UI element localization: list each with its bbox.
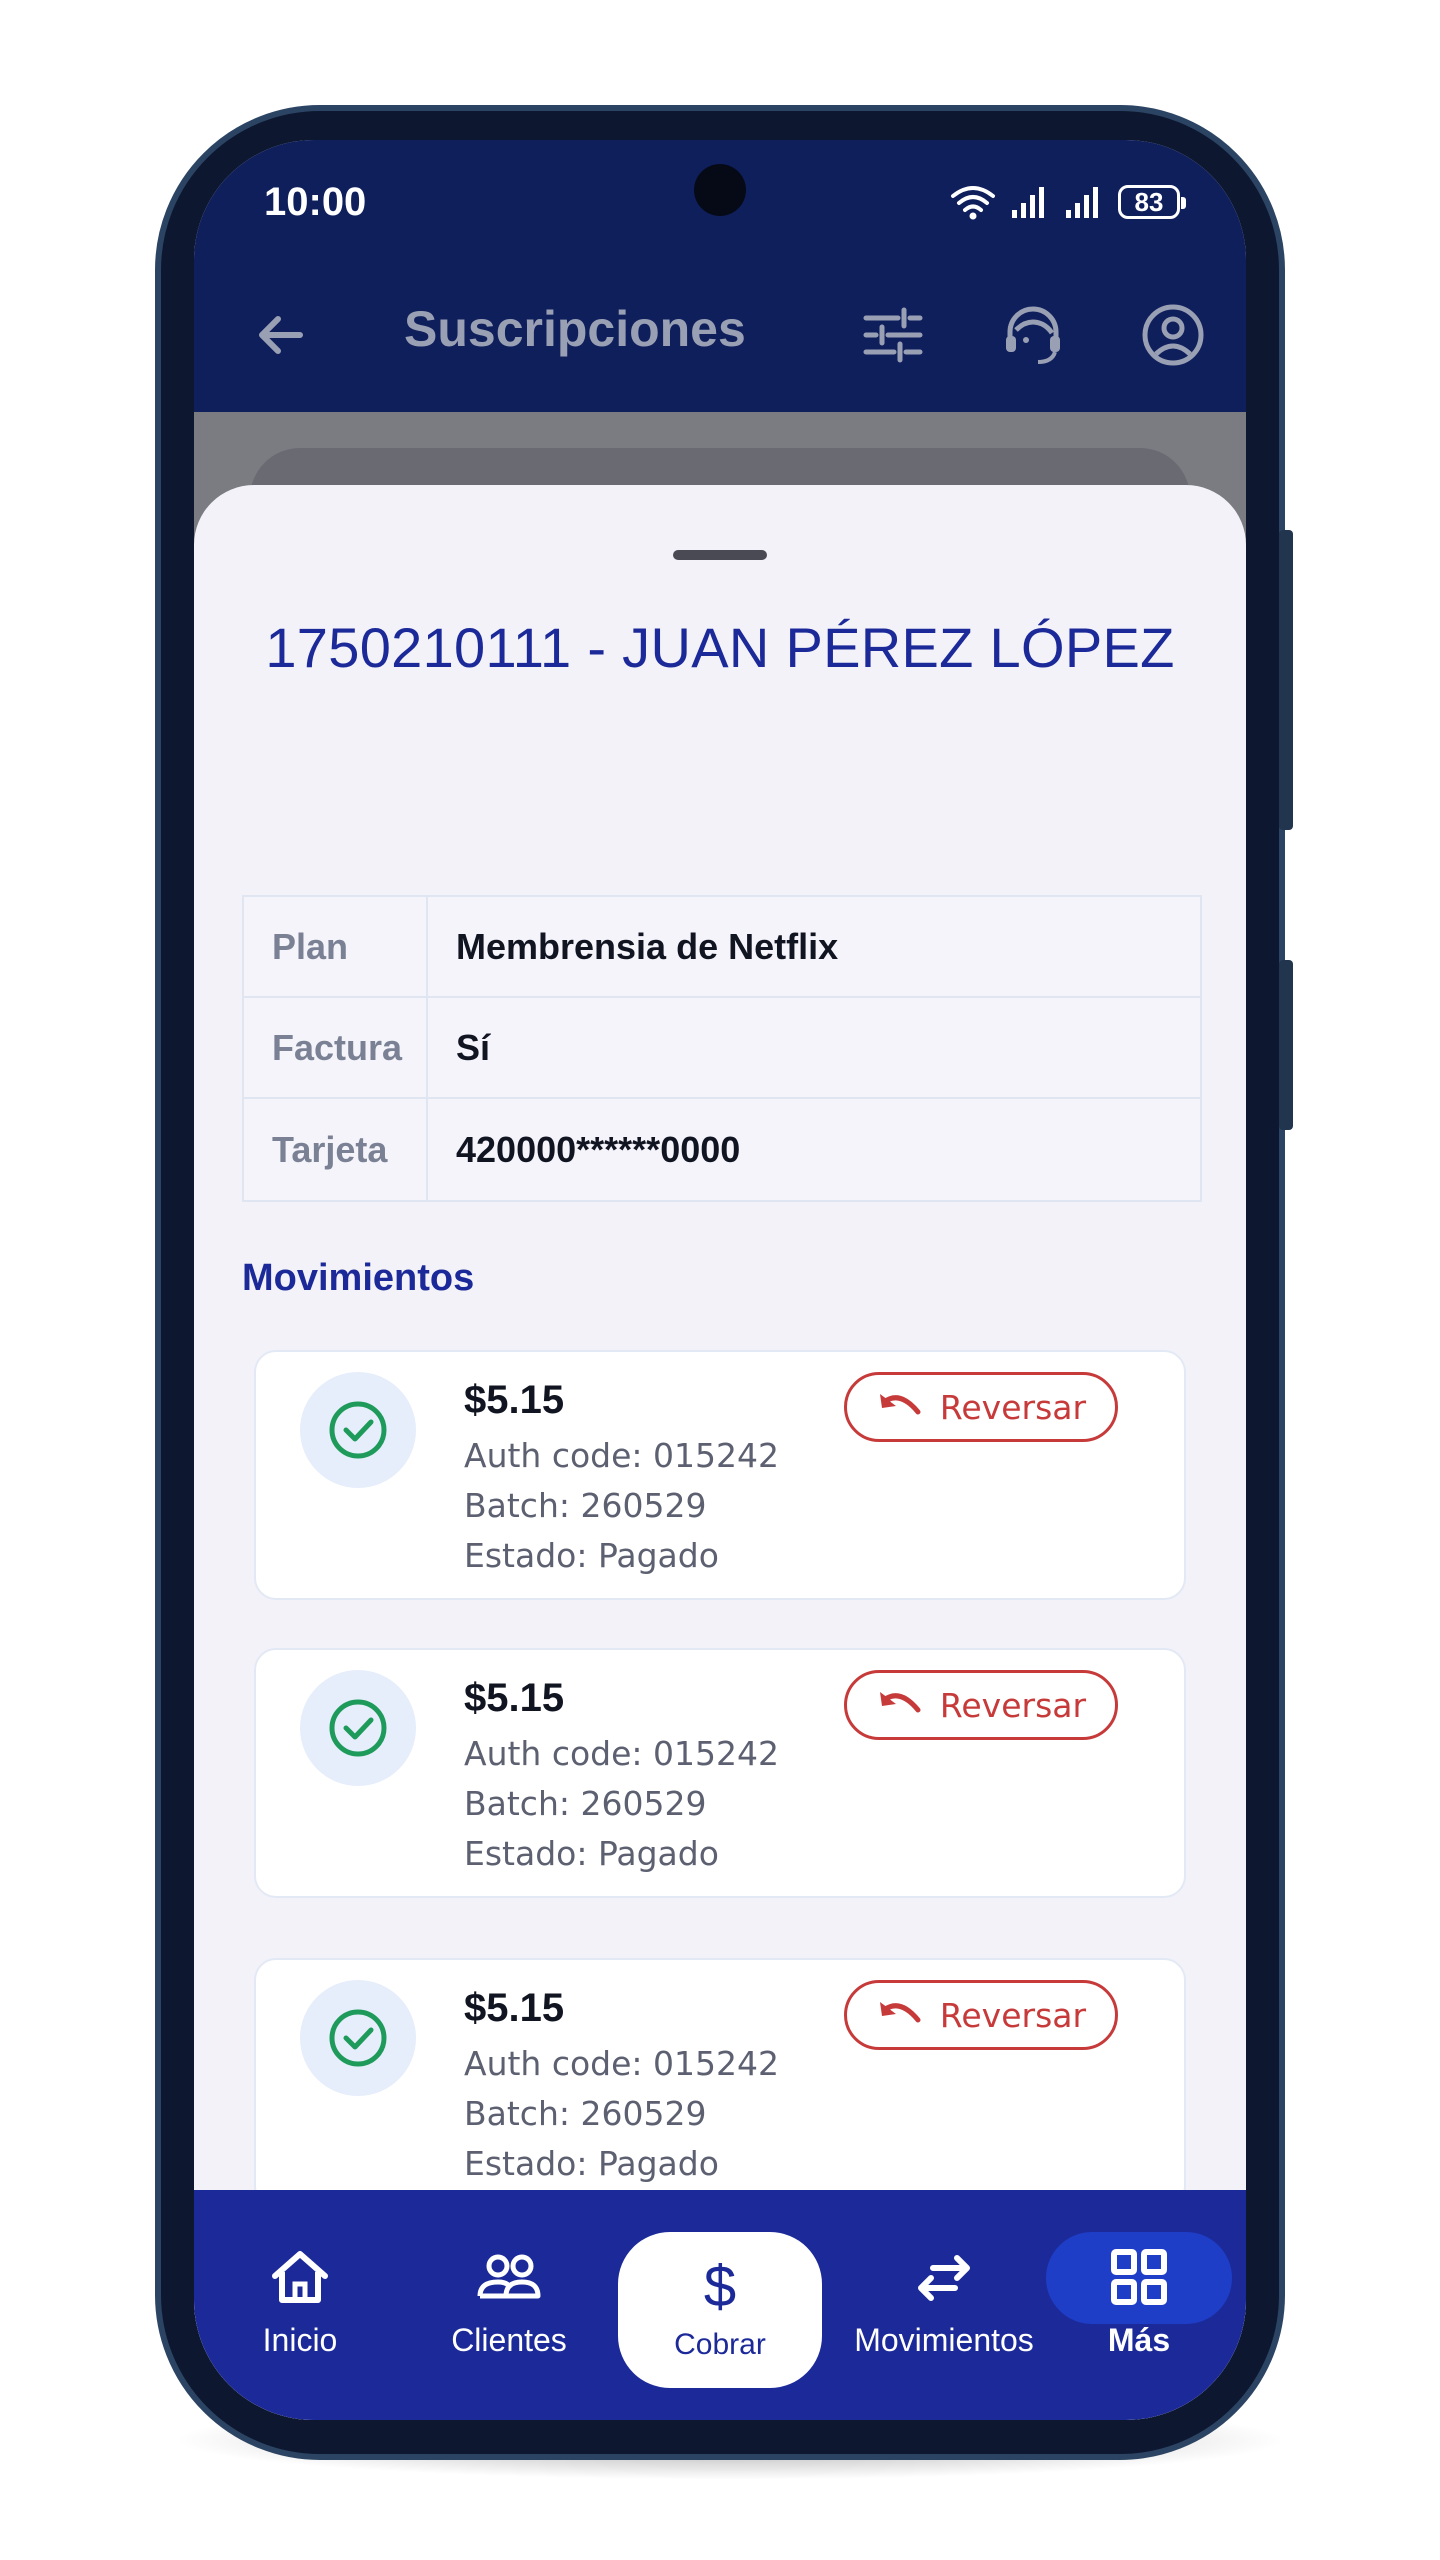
info-value: 420000******0000 bbox=[456, 1128, 741, 1170]
back-arrow-icon[interactable] bbox=[246, 300, 316, 370]
status-icons: 83 bbox=[950, 180, 1186, 224]
subscription-info-table: Plan Membrensia de Netflix Factura Sí Ta… bbox=[242, 895, 1202, 1202]
info-value: Sí bbox=[456, 1026, 491, 1068]
success-badge bbox=[300, 1980, 416, 2096]
nav-item-cobrar[interactable]: $ Cobrar bbox=[618, 2232, 822, 2388]
info-row-plan: Plan Membrensia de Netflix bbox=[244, 897, 1200, 998]
phone-screen: 10:00 83 Suscripciones 1750210111 - JUAN… bbox=[194, 140, 1246, 2420]
movement-batch: Batch: 260529 bbox=[464, 1486, 707, 1525]
reverse-button[interactable]: Reversar bbox=[844, 1372, 1118, 1442]
grid-icon bbox=[1111, 2249, 1167, 2305]
bottom-navigation: Inicio Clientes $ Cobrar Movimientos Más bbox=[194, 2190, 1246, 2420]
movement-amount: $5.15 bbox=[464, 1378, 565, 1422]
movement-card: $5.15 Auth code: 015242 Batch: 260529 Es… bbox=[254, 1350, 1186, 1600]
battery-indicator: 83 bbox=[1118, 185, 1186, 219]
transfer-icon bbox=[918, 2255, 970, 2301]
nav-label-movimientos: Movimientos bbox=[854, 2322, 1034, 2358]
success-badge bbox=[300, 1372, 416, 1488]
info-row-factura: Factura Sí bbox=[244, 998, 1200, 1099]
movement-card: $5.15 Auth code: 015242 Batch: 260529 Es… bbox=[254, 1648, 1186, 1898]
wifi-icon bbox=[951, 186, 995, 220]
movement-auth-code: Auth code: 015242 bbox=[464, 1436, 779, 1475]
camera-cutout bbox=[694, 164, 746, 216]
volume-button bbox=[1279, 530, 1293, 830]
app-bar: 10:00 83 Suscripciones bbox=[194, 140, 1246, 412]
signal-icon-2 bbox=[1066, 187, 1098, 218]
page-title: Suscripciones bbox=[404, 301, 746, 357]
movement-batch: Batch: 260529 bbox=[464, 2094, 707, 2133]
movement-status: Estado: Pagado bbox=[464, 2144, 719, 2183]
movement-batch: Batch: 260529 bbox=[464, 1784, 707, 1823]
movement-amount: $5.15 bbox=[464, 1676, 565, 1720]
reverse-button-label: Reversar bbox=[939, 1995, 1087, 2035]
reverse-button[interactable]: Reversar bbox=[844, 1980, 1118, 2050]
customer-title: 1750210111 - JUAN PÉREZ LÓPEZ bbox=[265, 616, 1175, 679]
profile-avatar-icon[interactable] bbox=[1138, 300, 1208, 370]
undo-icon bbox=[879, 1394, 921, 1415]
nav-item-mas[interactable]: Más bbox=[1074, 2190, 1204, 2390]
movement-auth-code: Auth code: 015242 bbox=[464, 1734, 779, 1773]
nav-label-inicio: Inicio bbox=[262, 2322, 338, 2358]
signal-icon bbox=[1012, 187, 1044, 218]
support-agent-icon[interactable] bbox=[998, 300, 1068, 370]
subscription-detail-sheet: 1750210111 - JUAN PÉREZ LÓPEZ Plan Membr… bbox=[194, 485, 1246, 2420]
info-label: Factura bbox=[244, 998, 428, 1097]
check-circle-icon bbox=[329, 2009, 387, 2067]
status-time: 10:00 bbox=[264, 180, 367, 224]
movement-status: Estado: Pagado bbox=[464, 1834, 719, 1873]
undo-icon bbox=[879, 2002, 921, 2023]
users-icon bbox=[477, 2254, 541, 2299]
movement-card: $5.15 Auth code: 015242 Batch: 260529 Es… bbox=[254, 1958, 1186, 2208]
nav-item-inicio[interactable]: Inicio bbox=[236, 2190, 364, 2390]
check-circle-icon bbox=[329, 1401, 387, 1459]
nav-item-movimientos[interactable]: Movimientos bbox=[834, 2190, 1054, 2390]
filter-sliders-icon[interactable] bbox=[858, 300, 928, 370]
nav-item-clientes[interactable]: Clientes bbox=[434, 2190, 584, 2390]
home-icon bbox=[272, 2251, 328, 2303]
reverse-button[interactable]: Reversar bbox=[844, 1670, 1118, 1740]
check-circle-icon bbox=[329, 1699, 387, 1757]
nav-label-cobrar: Cobrar bbox=[674, 2328, 766, 2361]
power-button bbox=[1279, 960, 1293, 1130]
nav-label-mas: Más bbox=[1107, 2322, 1171, 2358]
nav-label-clientes: Clientes bbox=[451, 2322, 567, 2358]
sheet-drag-handle[interactable] bbox=[673, 550, 767, 560]
info-value: Membrensia de Netflix bbox=[456, 925, 839, 967]
reverse-button-label: Reversar bbox=[939, 1387, 1087, 1427]
info-label: Plan bbox=[244, 897, 428, 996]
dollar-icon: $ bbox=[703, 2254, 737, 2319]
info-label: Tarjeta bbox=[244, 1099, 428, 1200]
undo-icon bbox=[879, 1692, 921, 1713]
reverse-button-label: Reversar bbox=[939, 1685, 1087, 1725]
success-badge bbox=[300, 1670, 416, 1786]
device-mockup: 10:00 83 Suscripciones 1750210111 - JUAN… bbox=[0, 0, 1440, 2560]
movement-status: Estado: Pagado bbox=[464, 1536, 719, 1575]
movement-amount: $5.15 bbox=[464, 1986, 565, 2030]
movements-section-title: Movimientos bbox=[242, 1257, 475, 1299]
info-row-tarjeta: Tarjeta 420000******0000 bbox=[244, 1099, 1200, 1200]
movement-auth-code: Auth code: 015242 bbox=[464, 2044, 779, 2083]
